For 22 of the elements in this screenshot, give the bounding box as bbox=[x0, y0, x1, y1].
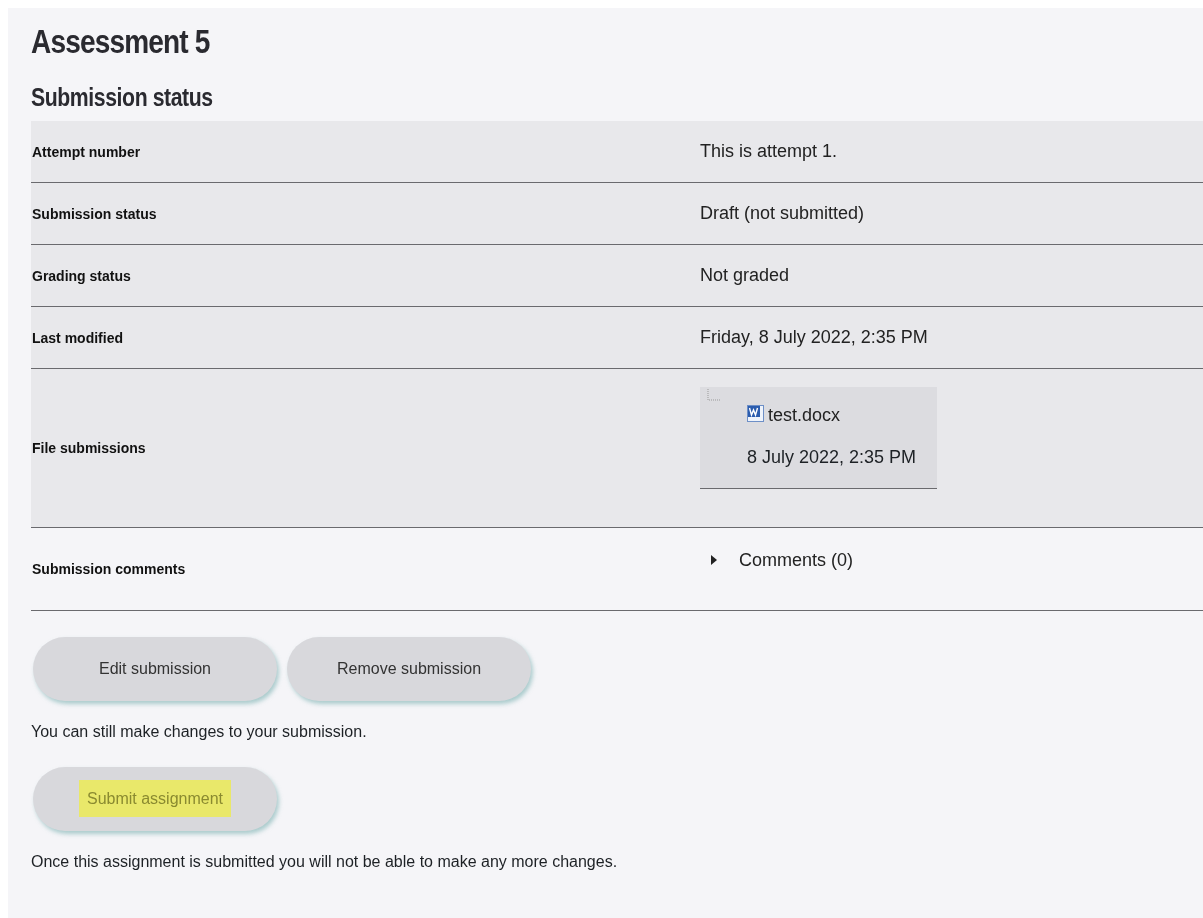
row-label: File submissions bbox=[31, 440, 147, 456]
row-value: This is attempt 1. bbox=[700, 141, 838, 161]
tree-line-icon bbox=[707, 389, 721, 401]
row-value: Friday, 8 July 2022, 2:35 PM bbox=[700, 327, 928, 347]
info-text: Once this assignment is submitted you will not be able to make any more changes. bbox=[31, 853, 619, 871]
info-text: You can still make changes to your submission. bbox=[31, 723, 368, 741]
file-date: 8 July 2022, 2:35 PM bbox=[747, 447, 918, 468]
document-icon bbox=[747, 405, 764, 422]
row-label: Attempt number bbox=[31, 143, 142, 160]
row-label: Submission comments bbox=[31, 561, 187, 577]
file-link[interactable]: test.docx bbox=[768, 405, 841, 426]
section-title: Submission status bbox=[31, 82, 214, 112]
page-title: Assessment 5 bbox=[31, 22, 211, 62]
comments-toggle[interactable]: Comments (0) bbox=[700, 549, 854, 571]
row-label: Grading status bbox=[31, 267, 132, 284]
action-button[interactable]: Edit submission bbox=[33, 637, 277, 701]
action-button[interactable]: Remove submission bbox=[287, 637, 531, 701]
caret-icon bbox=[710, 555, 718, 565]
row-label: Submission status bbox=[31, 205, 158, 222]
row-value: Not graded bbox=[700, 265, 790, 285]
row-value: Draft (not submitted) bbox=[700, 203, 865, 223]
row-label: Last modified bbox=[31, 329, 124, 346]
